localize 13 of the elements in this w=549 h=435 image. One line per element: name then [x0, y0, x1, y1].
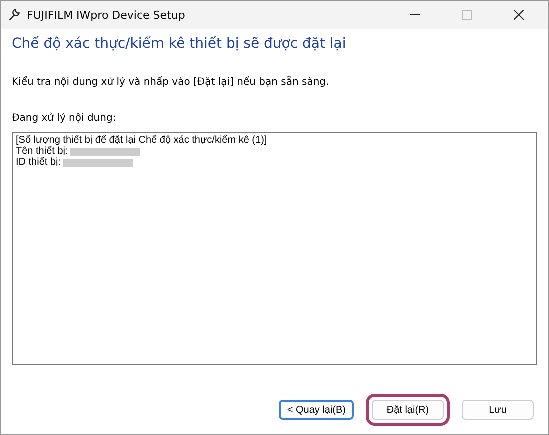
content-text-area[interactable]: [Số lượng thiết bị để đặt lại Chế độ xác thực/kiểm kê (1)] Tên thiết bị: ID thiết bị: [12, 132, 537, 365]
content-label: Đang xử lý nội dung: [12, 113, 118, 124]
content-line: ID thiết bị: [16, 157, 62, 168]
content-line: [Số lượng thiết bị để đặt lại Chế độ xác thực/kiểm kê (1)] [16, 135, 268, 146]
close-icon[interactable] [514, 10, 524, 20]
dialog-button[interactable]: Đặt lại(R) [372, 400, 444, 420]
instruction-text: Kiểu tra nội dung xử lý và nhấp vào [Đặt lại] nếu bạn sẵn sàng. [12, 77, 330, 88]
dialog-button[interactable]: < Quay lại(B) [279, 400, 354, 420]
dialog-heading: Chế độ xác thực/kiểm kê thiết bị sẽ được đặt lại [12, 36, 348, 52]
window-title: FUJIFILM IWpro Device Setup [27, 8, 186, 22]
content-line: Tên thiết bị: [16, 146, 68, 157]
dialog-button[interactable]: Lưu [462, 400, 534, 420]
wrench-icon [7, 8, 21, 22]
